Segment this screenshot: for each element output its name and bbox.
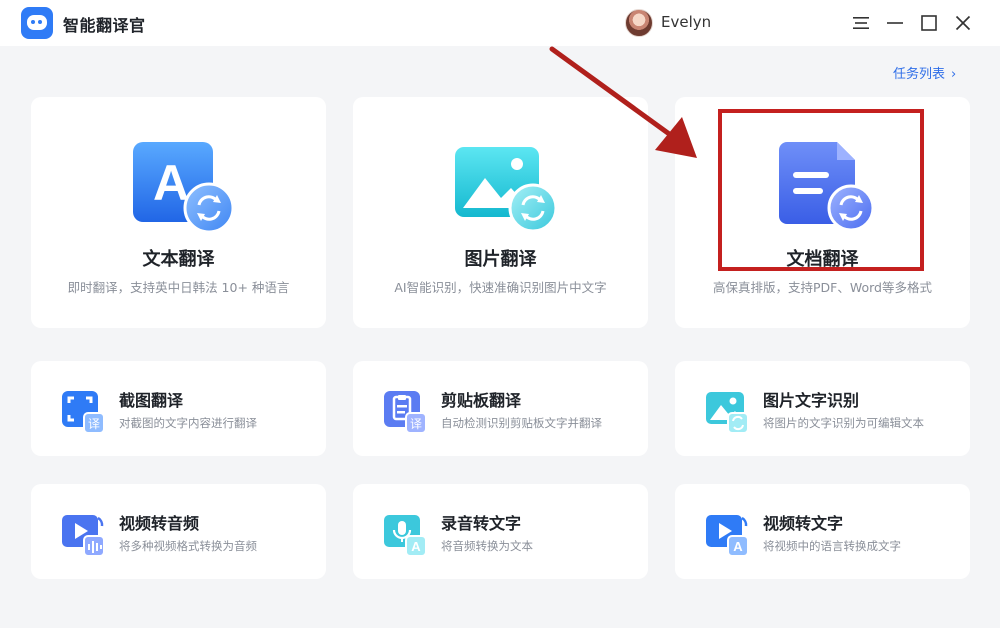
svg-text:译: 译: [88, 417, 100, 431]
card-title: 视频转音频: [119, 514, 200, 533]
card-description: 即时翻译，支持英中日韩法 10+ 种语言: [67, 280, 290, 295]
video-to-text-card[interactable]: A 视频转文字 将视频中的语言转换成文字: [675, 484, 970, 579]
card-title: 剪贴板翻译: [441, 391, 522, 410]
audio-to-text-icon: A: [382, 510, 430, 558]
card-title: 文档翻译: [786, 249, 859, 270]
card-description: AI智能识别，快速准确识别图片中文字: [394, 280, 607, 295]
video-to-audio-icon: [60, 510, 108, 558]
image-ocr-card[interactable]: 图片文字识别 将图片的文字识别为可编辑文本: [675, 361, 970, 456]
chevron-right-icon: ›: [951, 67, 957, 82]
svg-text:A: A: [733, 539, 743, 554]
card-description: 将图片的文字识别为可编辑文本: [763, 416, 924, 430]
card-description: 将视频中的语言转换成文字: [763, 539, 901, 553]
minimize-button[interactable]: [880, 8, 910, 38]
card-title: 截图翻译: [119, 391, 184, 410]
card-description: 将音频转换为文本: [441, 539, 533, 553]
app-logo-icon: [21, 7, 53, 39]
screenshot-translate-card[interactable]: 译 截图翻译 对截图的文字内容进行翻译: [31, 361, 326, 456]
video-to-audio-card[interactable]: 视频转音频 将多种视频格式转换为音频: [31, 484, 326, 579]
close-button[interactable]: [948, 8, 978, 38]
maximize-icon: [921, 15, 937, 31]
task-list-link[interactable]: 任务列表 ›: [893, 63, 956, 82]
close-icon: [955, 15, 971, 31]
image-translate-icon: [455, 142, 558, 233]
screenshot-translate-icon: 译: [60, 387, 108, 435]
menu-icon: [853, 17, 869, 29]
document-translate-card[interactable]: 文档翻译 高保真排版，支持PDF、Word等多格式: [675, 97, 970, 328]
card-title: 文本翻译: [142, 249, 215, 270]
image-ocr-icon: [704, 387, 752, 435]
text-translate-card[interactable]: A 文本翻译 即时翻译，支持英中日韩法 10+ 种语言: [31, 97, 326, 328]
user-avatar[interactable]: [625, 9, 653, 37]
card-title: 图片文字识别: [763, 391, 860, 410]
audio-to-text-card[interactable]: A 录音转文字 将音频转换为文本: [353, 484, 648, 579]
card-description: 高保真排版，支持PDF、Word等多格式: [713, 280, 932, 295]
letter-a-glyph: A: [153, 155, 189, 211]
card-description: 对截图的文字内容进行翻译: [119, 416, 257, 430]
clipboard-translate-card[interactable]: 译 剪贴板翻译 自动检测识别剪贴板文字并翻译: [353, 361, 648, 456]
app-title: 智能翻译官: [63, 16, 146, 35]
user-name[interactable]: Evelyn: [661, 13, 711, 31]
document-translate-icon: [777, 142, 877, 232]
text-translate-icon: A: [133, 142, 235, 234]
svg-text:译: 译: [410, 417, 422, 431]
minimize-icon: [887, 22, 903, 24]
card-title: 图片翻译: [464, 249, 537, 270]
card-description: 将多种视频格式转换为音频: [119, 539, 257, 553]
image-translate-card[interactable]: 图片翻译 AI智能识别，快速准确识别图片中文字: [353, 97, 648, 328]
card-title: 视频转文字: [763, 514, 844, 533]
svg-text:A: A: [411, 539, 421, 554]
clipboard-translate-icon: 译: [382, 387, 430, 435]
card-description: 自动检测识别剪贴板文字并翻译: [441, 416, 602, 430]
video-to-text-icon: A: [704, 510, 752, 558]
maximize-button[interactable]: [914, 8, 944, 38]
title-bar: 智能翻译官 Evelyn: [0, 0, 1000, 46]
task-list-label: 任务列表: [893, 67, 946, 82]
menu-button[interactable]: [846, 8, 876, 38]
card-title: 录音转文字: [441, 514, 522, 533]
